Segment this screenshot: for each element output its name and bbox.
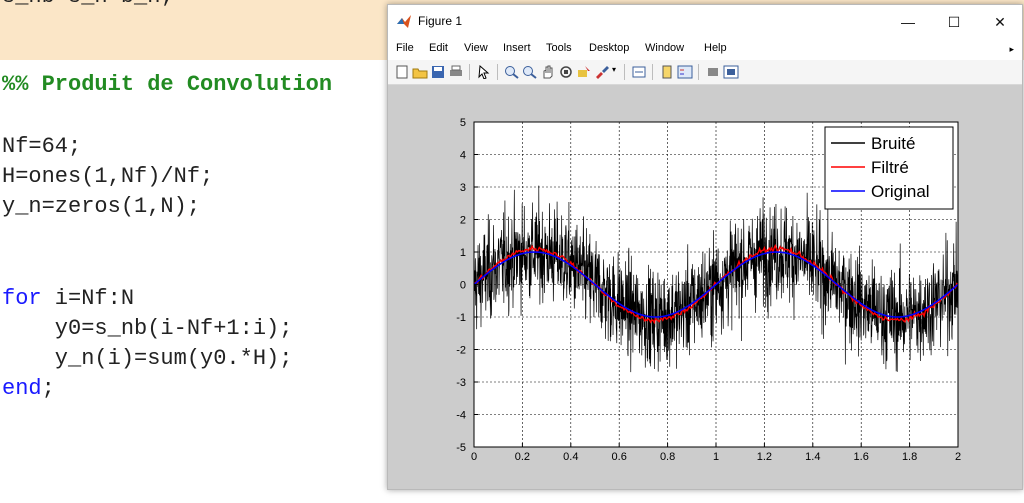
y-tick-label: 2	[460, 215, 466, 227]
code-line-nf: Nf=64;	[2, 134, 82, 159]
toolbar-separator	[469, 64, 470, 80]
code-line-sum: y_n(i)=sum(y0.*H);	[2, 346, 293, 371]
toolbar-separator	[624, 64, 625, 80]
menu-desktop[interactable]: Desktop	[589, 42, 629, 54]
y-tick-label: 5	[460, 117, 466, 129]
open-file-icon[interactable]	[412, 65, 428, 79]
y-tick-label: -5	[456, 442, 466, 454]
menu-window[interactable]: Window	[645, 42, 684, 54]
legend-label: Original	[871, 182, 930, 201]
y-tick-label: -2	[456, 345, 466, 357]
x-tick-label: 0.4	[563, 451, 578, 463]
menu-edit[interactable]: Edit	[429, 42, 448, 54]
brush-dropdown-icon[interactable]: ▾	[612, 65, 616, 74]
toolbar-separator	[698, 64, 699, 80]
menu-tools[interactable]: Tools	[546, 42, 572, 54]
minimize-button[interactable]: —	[886, 9, 930, 35]
x-tick-label: 0	[471, 451, 477, 463]
code-line-cut: s_nb=s_n+b_n;	[2, 0, 174, 8]
code-line-y0: y0=s_nb(i-Nf+1:i);	[2, 316, 293, 341]
figure-window[interactable]: Figure 1 — ☐ ✕ File Edit View Insert Too…	[387, 4, 1023, 490]
code-line-section-comment: %% Produit de Convolution	[2, 72, 333, 97]
matlab-icon	[397, 15, 411, 28]
maximize-button[interactable]: ☐	[932, 9, 976, 35]
rotate-3d-icon[interactable]	[558, 65, 574, 79]
show-tools-icon[interactable]	[723, 65, 739, 79]
plot-area[interactable]: 0 0.2 0.4 0.6 0.8 1 1.2 1.4 1.6 1.8 2 -5 -4 -3 -2 -1 0 1 2…	[388, 85, 1022, 489]
pan-hand-icon[interactable]	[540, 65, 556, 79]
keyword-end: end	[2, 376, 42, 401]
x-tick-label: 1	[713, 451, 719, 463]
x-tick-label: 1.8	[902, 451, 917, 463]
brush-icon[interactable]	[594, 65, 610, 79]
close-button[interactable]: ✕	[978, 9, 1022, 35]
zoom-in-icon[interactable]	[504, 65, 520, 79]
menu-help[interactable]: Help	[704, 42, 727, 54]
x-tick-label: 1.2	[757, 451, 772, 463]
zoom-out-icon[interactable]	[522, 65, 538, 79]
data-cursor-icon[interactable]	[576, 65, 592, 79]
menu-overflow-icon[interactable]: ▸	[1009, 44, 1014, 55]
x-tick-label: 0.8	[660, 451, 675, 463]
end-semicolon: ;	[41, 376, 55, 401]
for-range: i=Nf:N	[41, 286, 135, 311]
legend-icon[interactable]	[677, 65, 693, 79]
hide-tools-icon[interactable]	[705, 65, 721, 79]
new-figure-icon[interactable]	[394, 65, 410, 79]
x-tick-label: 1.4	[805, 451, 820, 463]
code-line-h: H=ones(1,Nf)/Nf;	[2, 164, 214, 189]
menu-bar: File Edit View Insert Tools Desktop Wind…	[388, 38, 1022, 60]
code-line-yn: y_n=zeros(1,N);	[2, 194, 201, 219]
y-tick-label: 1	[460, 247, 466, 259]
y-tick-label: 0	[460, 280, 466, 292]
print-icon[interactable]	[448, 65, 464, 79]
window-title: Figure 1	[418, 14, 463, 28]
y-tick-label: -3	[456, 377, 466, 389]
legend-label: Filtré	[871, 158, 909, 177]
menu-file[interactable]: File	[396, 42, 414, 54]
y-tick-label: 3	[460, 182, 466, 194]
x-tick-label: 1.6	[854, 451, 869, 463]
x-tick-label: 2	[955, 451, 961, 463]
x-tick-label: 0.6	[612, 451, 627, 463]
legend-label: Bruité	[871, 134, 915, 153]
code-line-end: end;	[2, 378, 55, 400]
x-tick-label: 0.2	[515, 451, 530, 463]
y-tick-label: -4	[456, 410, 466, 422]
y-tick-label: -1	[456, 312, 466, 324]
keyword-for: for	[2, 286, 42, 311]
toolbar-separator	[652, 64, 653, 80]
colorbar-icon[interactable]	[659, 65, 675, 79]
menu-view[interactable]: View	[464, 42, 488, 54]
legend[interactable]: Bruité Filtré Original	[824, 126, 954, 210]
save-icon[interactable]	[430, 65, 446, 79]
link-plot-icon[interactable]	[631, 65, 647, 79]
edit-plot-arrow-icon[interactable]	[476, 65, 492, 79]
y-tick-label: 4	[460, 150, 466, 162]
menu-insert[interactable]: Insert	[503, 42, 531, 54]
title-bar[interactable]: Figure 1 — ☐ ✕	[388, 5, 1022, 37]
toolbar-separator	[497, 64, 498, 80]
code-line-for: for i=Nf:N	[2, 288, 134, 310]
figure-toolbar: ▾	[388, 60, 1022, 85]
